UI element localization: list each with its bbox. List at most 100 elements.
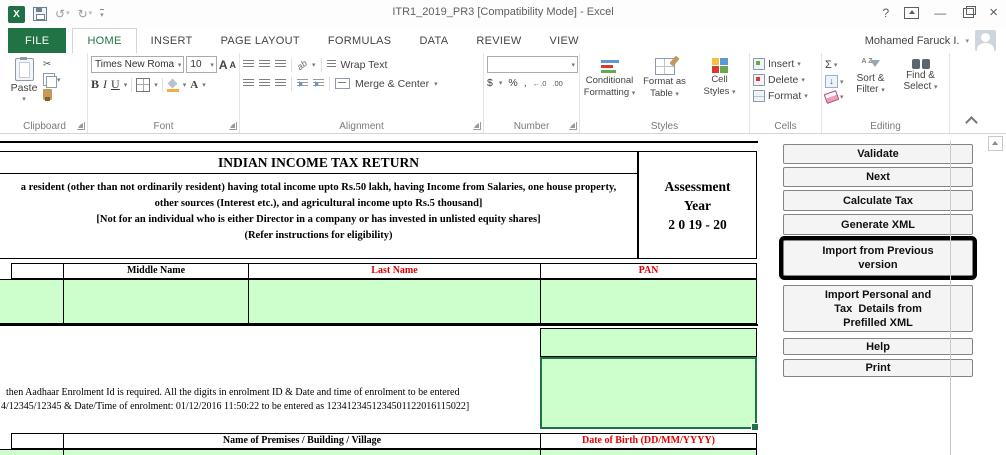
font-name-select[interactable]: Times New Roma▾ bbox=[91, 56, 184, 73]
paste-button[interactable]: Paste ▾ bbox=[5, 56, 43, 118]
align-center-button[interactable] bbox=[259, 79, 270, 88]
input-cell[interactable] bbox=[0, 279, 64, 324]
tab-home[interactable]: HOME bbox=[72, 28, 136, 53]
accounting-format-button[interactable]: $ bbox=[487, 77, 493, 89]
decrease-decimal-button[interactable]: .00 bbox=[552, 79, 562, 88]
increase-indent-button[interactable] bbox=[313, 79, 324, 88]
user-name: Mohamed Faruck I. bbox=[865, 35, 960, 47]
assessment-year-box: Assessment Year 2 0 19 - 20 bbox=[638, 151, 757, 259]
group-alignment: ab ▾ Wrap Text Merge & Center ▾ Alignmen… bbox=[240, 53, 484, 133]
increase-decimal-button[interactable]: ←.0 bbox=[533, 79, 547, 88]
last-name-input-cell[interactable] bbox=[248, 279, 541, 324]
import-from-previous-version-button[interactable]: Import from Previousversion bbox=[783, 240, 973, 276]
fill-color-button[interactable] bbox=[167, 80, 179, 89]
format-cells-button[interactable]: Format▾ bbox=[753, 90, 818, 102]
import-prefilled-xml-button[interactable]: Import Personal andTax Details fromPrefi… bbox=[783, 285, 973, 332]
align-middle-button[interactable] bbox=[259, 60, 270, 69]
page-break-line bbox=[950, 141, 951, 455]
ribbon-display-options-icon[interactable] bbox=[904, 7, 919, 19]
header-cell-blank bbox=[11, 263, 64, 279]
font-size-select[interactable]: 10▾ bbox=[186, 56, 216, 73]
scroll-up-icon[interactable] bbox=[988, 136, 1003, 151]
cut-button[interactable]: ✂ bbox=[43, 59, 61, 70]
decrease-indent-button[interactable] bbox=[297, 79, 308, 88]
window-title: ITR1_2019_PR3 [Compatibility Mode] - Exc… bbox=[0, 6, 1006, 18]
print-button[interactable]: Print bbox=[783, 359, 973, 377]
borders-button[interactable] bbox=[136, 78, 150, 92]
form-title: INDIAN INCOME TAX RETURN bbox=[0, 152, 637, 174]
tab-formulas[interactable]: FORMULAS bbox=[314, 28, 406, 53]
delete-icon bbox=[753, 74, 765, 86]
conditional-formatting-icon bbox=[601, 58, 619, 74]
generate-xml-button[interactable]: Generate XML bbox=[783, 214, 973, 235]
align-bottom-button[interactable] bbox=[275, 60, 286, 69]
tab-data[interactable]: DATA bbox=[405, 28, 462, 53]
find-select-button[interactable]: Find & Select ▾ bbox=[898, 56, 944, 118]
font-color-button[interactable]: A bbox=[190, 79, 198, 91]
merge-center-button[interactable]: Merge & Center bbox=[355, 78, 429, 90]
restore-button[interactable] bbox=[963, 8, 974, 18]
validate-button[interactable]: Validate bbox=[783, 144, 973, 164]
tab-page-layout[interactable]: PAGE LAYOUT bbox=[207, 28, 314, 53]
avatar[interactable] bbox=[975, 30, 996, 51]
percent-style-button[interactable]: % bbox=[508, 77, 517, 89]
close-button[interactable]: × bbox=[989, 4, 998, 21]
group-cells: Insert▾ Delete▾ Format▾ Cells bbox=[750, 53, 822, 133]
number-format-select[interactable]: ▾ bbox=[487, 56, 578, 73]
conditional-formatting-button[interactable]: Conditional Formatting ▾ bbox=[583, 56, 636, 118]
align-top-button[interactable] bbox=[243, 60, 254, 69]
help-button[interactable]: ? bbox=[883, 6, 890, 20]
sort-filter-button[interactable]: A Z Sort & Filter ▾ bbox=[848, 56, 894, 118]
next-button[interactable]: Next bbox=[783, 167, 973, 187]
italic-button[interactable]: I bbox=[103, 77, 107, 92]
bold-button[interactable]: B bbox=[91, 77, 99, 92]
help-button-sheet[interactable]: Help bbox=[783, 338, 973, 355]
cell-border-line bbox=[0, 141, 758, 143]
calculate-tax-button[interactable]: Calculate Tax bbox=[783, 190, 973, 211]
decrease-font-button[interactable]: A bbox=[230, 60, 237, 70]
format-as-table-icon bbox=[655, 58, 675, 75]
copy-button[interactable]: ▾ bbox=[43, 73, 61, 86]
group-label-styles: Styles bbox=[580, 121, 749, 132]
premises-input-cell[interactable] bbox=[63, 449, 541, 455]
middle-name-input-cell[interactable] bbox=[63, 279, 249, 324]
tab-file[interactable]: FILE bbox=[8, 28, 66, 53]
selected-cell[interactable] bbox=[540, 357, 757, 429]
delete-cells-button[interactable]: Delete▾ bbox=[753, 74, 818, 86]
wrap-text-button[interactable]: Wrap Text bbox=[341, 59, 388, 71]
dialog-launcher-icon[interactable] bbox=[77, 122, 85, 130]
increase-font-button[interactable]: A bbox=[219, 58, 228, 72]
fill-handle[interactable] bbox=[751, 423, 759, 431]
tab-insert[interactable]: INSERT bbox=[137, 28, 207, 53]
sort-filter-icon: A Z bbox=[862, 58, 880, 73]
collapse-ribbon-icon[interactable] bbox=[965, 116, 978, 129]
form-title-box: INDIAN INCOME TAX RETURN a resident (oth… bbox=[0, 151, 638, 259]
format-painter-button[interactable] bbox=[43, 89, 61, 100]
align-right-button[interactable] bbox=[275, 79, 286, 88]
dialog-launcher-icon[interactable] bbox=[569, 122, 577, 130]
tab-view[interactable]: VIEW bbox=[536, 28, 593, 53]
cell-styles-button[interactable]: Cell Styles ▾ bbox=[693, 56, 746, 118]
underline-button[interactable]: U bbox=[111, 77, 120, 92]
group-editing: Σ▾ ↓▾ ▾ A Z Sort & Filter ▾ Find & Selec… bbox=[822, 53, 950, 133]
align-left-button[interactable] bbox=[243, 79, 254, 88]
input-cell[interactable] bbox=[540, 328, 757, 357]
ribbon: Paste ▾ ✂ ▾ Clipboard Times New Roma▾ 10… bbox=[0, 53, 1006, 134]
insert-cells-button[interactable]: Insert▾ bbox=[753, 58, 818, 70]
account-menu[interactable]: Mohamed Faruck I. ▾ bbox=[865, 28, 996, 53]
group-clipboard: Paste ▾ ✂ ▾ Clipboard bbox=[2, 53, 88, 133]
tab-review[interactable]: REVIEW bbox=[462, 28, 535, 53]
dob-input-cell[interactable] bbox=[540, 449, 757, 455]
comma-style-button[interactable]: , bbox=[524, 77, 527, 89]
dialog-launcher-icon[interactable] bbox=[229, 122, 237, 130]
minimize-button[interactable]: — bbox=[934, 6, 946, 20]
wrap-text-icon bbox=[327, 60, 336, 69]
orientation-button[interactable]: ab bbox=[295, 57, 309, 71]
autosum-button[interactable]: Σ▾ bbox=[825, 59, 844, 71]
clear-button[interactable]: ▾ bbox=[825, 92, 844, 102]
dialog-launcher-icon[interactable] bbox=[473, 122, 481, 130]
fill-button[interactable]: ↓▾ bbox=[825, 75, 844, 88]
input-cell[interactable] bbox=[0, 449, 64, 455]
pan-input-cell[interactable] bbox=[540, 279, 757, 324]
format-as-table-button[interactable]: Format as Table ▾ bbox=[638, 56, 691, 118]
